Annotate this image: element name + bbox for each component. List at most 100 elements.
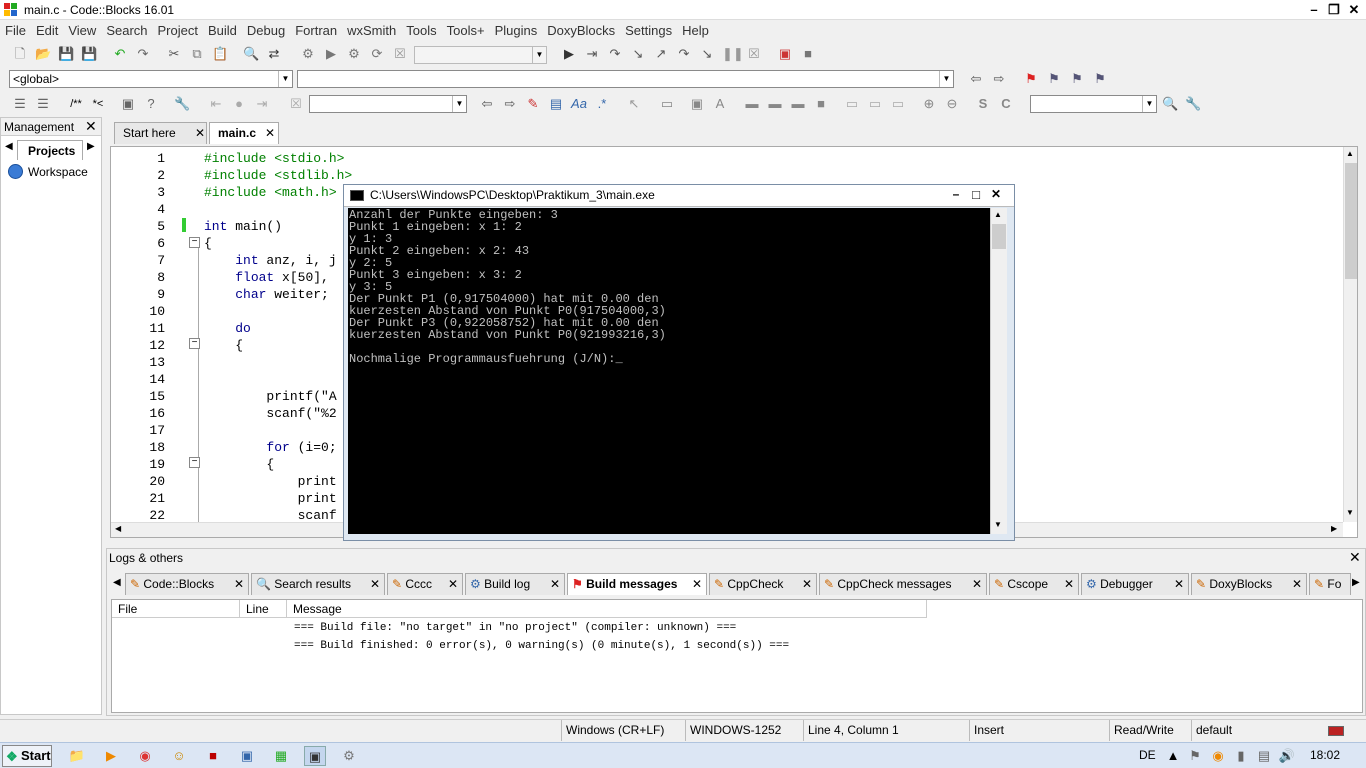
- class-icon[interactable]: C: [998, 96, 1014, 112]
- window-icon[interactable]: ▣: [236, 746, 258, 766]
- wx-sizer-4-icon[interactable]: ■: [813, 96, 829, 112]
- close-icon[interactable]: ✕: [692, 577, 702, 591]
- menu-tools-plus[interactable]: Tools+: [442, 20, 490, 41]
- chevron-right-icon[interactable]: ▶: [1352, 577, 1360, 588]
- menu-search[interactable]: Search: [101, 20, 152, 41]
- redo-icon[interactable]: ↷: [135, 46, 151, 62]
- highlight-icon[interactable]: ✎: [525, 96, 541, 112]
- step-instruction-icon[interactable]: ↘: [699, 46, 715, 62]
- log-tab-cppcheck[interactable]: ✎ CppCheck ✕: [709, 573, 817, 595]
- close-icon[interactable]: ✕: [195, 126, 205, 140]
- scope-select[interactable]: <global> ▼: [9, 70, 293, 88]
- console-scrollbar[interactable]: ▲ ▼: [990, 208, 1007, 534]
- code-line[interactable]: char weiter;: [204, 287, 329, 302]
- doxy-config-icon[interactable]: ▣: [120, 96, 136, 112]
- code-line[interactable]: #include <stdlib.h>: [204, 168, 352, 183]
- pause-icon[interactable]: ❚❚: [722, 46, 744, 62]
- run-icon[interactable]: ▶: [323, 46, 339, 62]
- column-file[interactable]: File: [112, 600, 240, 618]
- show-hidden-icon[interactable]: ▲: [1162, 746, 1184, 766]
- close-icon[interactable]: ✕: [972, 577, 982, 591]
- console-title-bar[interactable]: C:\Users\WindowsPC\Desktop\Praktikum_3\m…: [344, 185, 1014, 207]
- minimize-button[interactable]: –: [1304, 2, 1324, 18]
- menu-file[interactable]: File: [0, 20, 31, 41]
- search-prev-icon[interactable]: ⇦: [479, 96, 495, 112]
- chrome-icon[interactable]: ◉: [134, 746, 156, 766]
- menu-view[interactable]: View: [63, 20, 101, 41]
- jump-forward-icon[interactable]: ⇨: [991, 71, 1007, 87]
- match-case-icon[interactable]: Aa: [571, 96, 587, 112]
- search-next-icon[interactable]: ⇨: [502, 96, 518, 112]
- rebuild-icon[interactable]: ⟳: [369, 46, 385, 62]
- block-comment-icon[interactable]: /**: [64, 96, 88, 112]
- log-tab-search-results[interactable]: 🔍 Search results ✕: [251, 573, 385, 595]
- wx-image-icon[interactable]: ▣: [689, 96, 705, 112]
- menu-tools[interactable]: Tools: [401, 20, 441, 41]
- close-icon[interactable]: ✕: [802, 577, 812, 591]
- menu-doxyblocks[interactable]: DoxyBlocks: [542, 20, 620, 41]
- close-icon[interactable]: ✕: [448, 577, 458, 591]
- debug-start-icon[interactable]: ▶: [561, 46, 577, 62]
- code-line[interactable]: float x[50],: [204, 270, 329, 285]
- comment-icon[interactable]: ☰: [12, 96, 28, 112]
- start-button[interactable]: ❖ Start: [2, 745, 52, 767]
- explorer-icon[interactable]: 📁: [66, 746, 88, 766]
- settings-taskbar-icon[interactable]: ⚙: [338, 746, 360, 766]
- inspect-icon[interactable]: 🔍: [1162, 96, 1178, 112]
- abort-icon[interactable]: ☒: [392, 46, 408, 62]
- console-minimize-button[interactable]: –: [947, 187, 965, 203]
- scroll-left-icon[interactable]: ◀: [115, 524, 121, 533]
- symbol-select[interactable]: ▼: [297, 70, 954, 88]
- source-icon[interactable]: S: [975, 96, 991, 112]
- chevron-left-icon[interactable]: ◀: [5, 141, 13, 152]
- wx-sizer-1-icon[interactable]: ▬: [744, 96, 760, 112]
- step-out-icon[interactable]: ↗: [653, 46, 669, 62]
- pdf-icon[interactable]: ■: [202, 746, 224, 766]
- code-line[interactable]: {: [204, 457, 274, 472]
- power-icon[interactable]: ▮: [1230, 746, 1252, 766]
- open-icon[interactable]: 📂: [35, 46, 51, 62]
- tab-main-c[interactable]: main.c ✕: [209, 122, 279, 144]
- fold-marker[interactable]: −: [189, 237, 200, 248]
- menu-settings[interactable]: Settings: [620, 20, 677, 41]
- scroll-thumb[interactable]: [992, 224, 1006, 249]
- tab-start-here[interactable]: Start here ✕: [114, 122, 207, 144]
- build-and-run-icon[interactable]: ⚙: [346, 46, 362, 62]
- doxy-help-icon[interactable]: ?: [143, 96, 159, 112]
- code-line[interactable]: {: [204, 338, 243, 353]
- clock[interactable]: 18:02: [1310, 748, 1340, 762]
- cut-icon[interactable]: ✂: [166, 46, 182, 62]
- log-tab-fo[interactable]: ✎ Fo: [1309, 573, 1351, 595]
- code-line[interactable]: scanf("%2: [204, 406, 336, 421]
- jump-back-icon[interactable]: ⇦: [968, 71, 984, 87]
- menu-build[interactable]: Build: [203, 20, 242, 41]
- filter-select[interactable]: ▼: [1030, 95, 1157, 113]
- tab-projects[interactable]: Projects: [17, 140, 83, 160]
- menu-edit[interactable]: Edit: [31, 20, 63, 41]
- console-window[interactable]: C:\Users\WindowsPC\Desktop\Praktikum_3\m…: [343, 184, 1015, 541]
- console-maximize-button[interactable]: □: [967, 187, 985, 203]
- code-line[interactable]: scanf: [204, 508, 337, 523]
- log-tab-build-messages[interactable]: ⚑ Build messages ✕: [567, 573, 707, 595]
- code-line[interactable]: {: [204, 236, 212, 251]
- undo-icon[interactable]: ↶: [112, 46, 128, 62]
- network-icon[interactable]: ▤: [1253, 746, 1275, 766]
- wx-sizer-2-icon[interactable]: ▬: [767, 96, 783, 112]
- close-icon[interactable]: ✕: [85, 118, 97, 135]
- fold-marker[interactable]: −: [189, 457, 200, 468]
- code-line[interactable]: print: [204, 474, 337, 489]
- close-icon[interactable]: ✕: [1349, 549, 1361, 566]
- bookmark-next-icon[interactable]: ⚑: [1069, 71, 1085, 87]
- debug-windows-icon[interactable]: ▣: [777, 46, 793, 62]
- bookmark-prev-icon[interactable]: ⚑: [1046, 71, 1062, 87]
- replace-icon[interactable]: ⇄: [266, 46, 282, 62]
- close-button[interactable]: ✕: [1344, 2, 1364, 18]
- scroll-up-icon[interactable]: ▲: [994, 210, 1002, 219]
- paste-icon[interactable]: 📋: [212, 46, 228, 62]
- code-line[interactable]: int main(): [204, 219, 282, 234]
- clear-icon[interactable]: ☒: [288, 96, 304, 112]
- code-line[interactable]: int anz, i, j: [204, 253, 336, 268]
- wx-panel-icon[interactable]: ▭: [659, 96, 675, 112]
- log-message[interactable]: === Build file: "no target" in "no proje…: [294, 622, 736, 634]
- log-tab-doxyblocks[interactable]: ✎ DoxyBlocks ✕: [1191, 573, 1307, 595]
